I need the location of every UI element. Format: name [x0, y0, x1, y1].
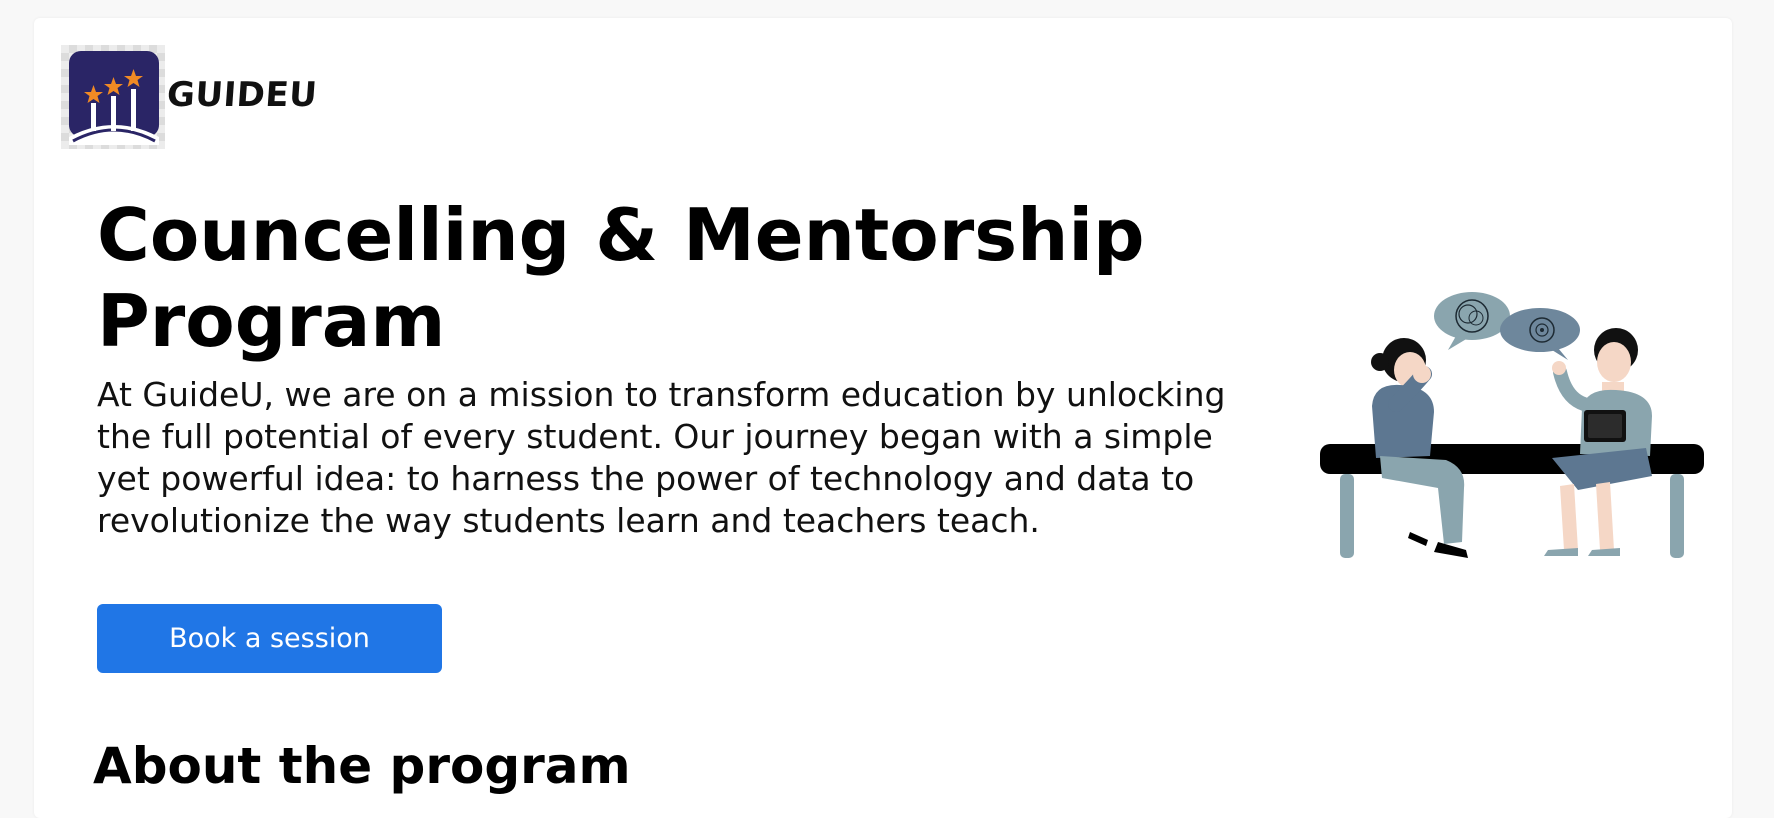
two-girls-talking-on-bench-illustration: [1320, 292, 1704, 558]
brand-name[interactable]: GUIDEU: [166, 75, 319, 115]
logo[interactable]: [61, 45, 165, 149]
hero-description: At GuideU, we are on a mission to transf…: [97, 375, 1226, 540]
about-section-title: About the program: [93, 737, 631, 795]
stars-podium-logo-icon: [69, 51, 159, 145]
book-session-button[interactable]: Book a session: [97, 604, 442, 673]
page-title: Councelling & Mentorship Program: [97, 193, 1145, 363]
